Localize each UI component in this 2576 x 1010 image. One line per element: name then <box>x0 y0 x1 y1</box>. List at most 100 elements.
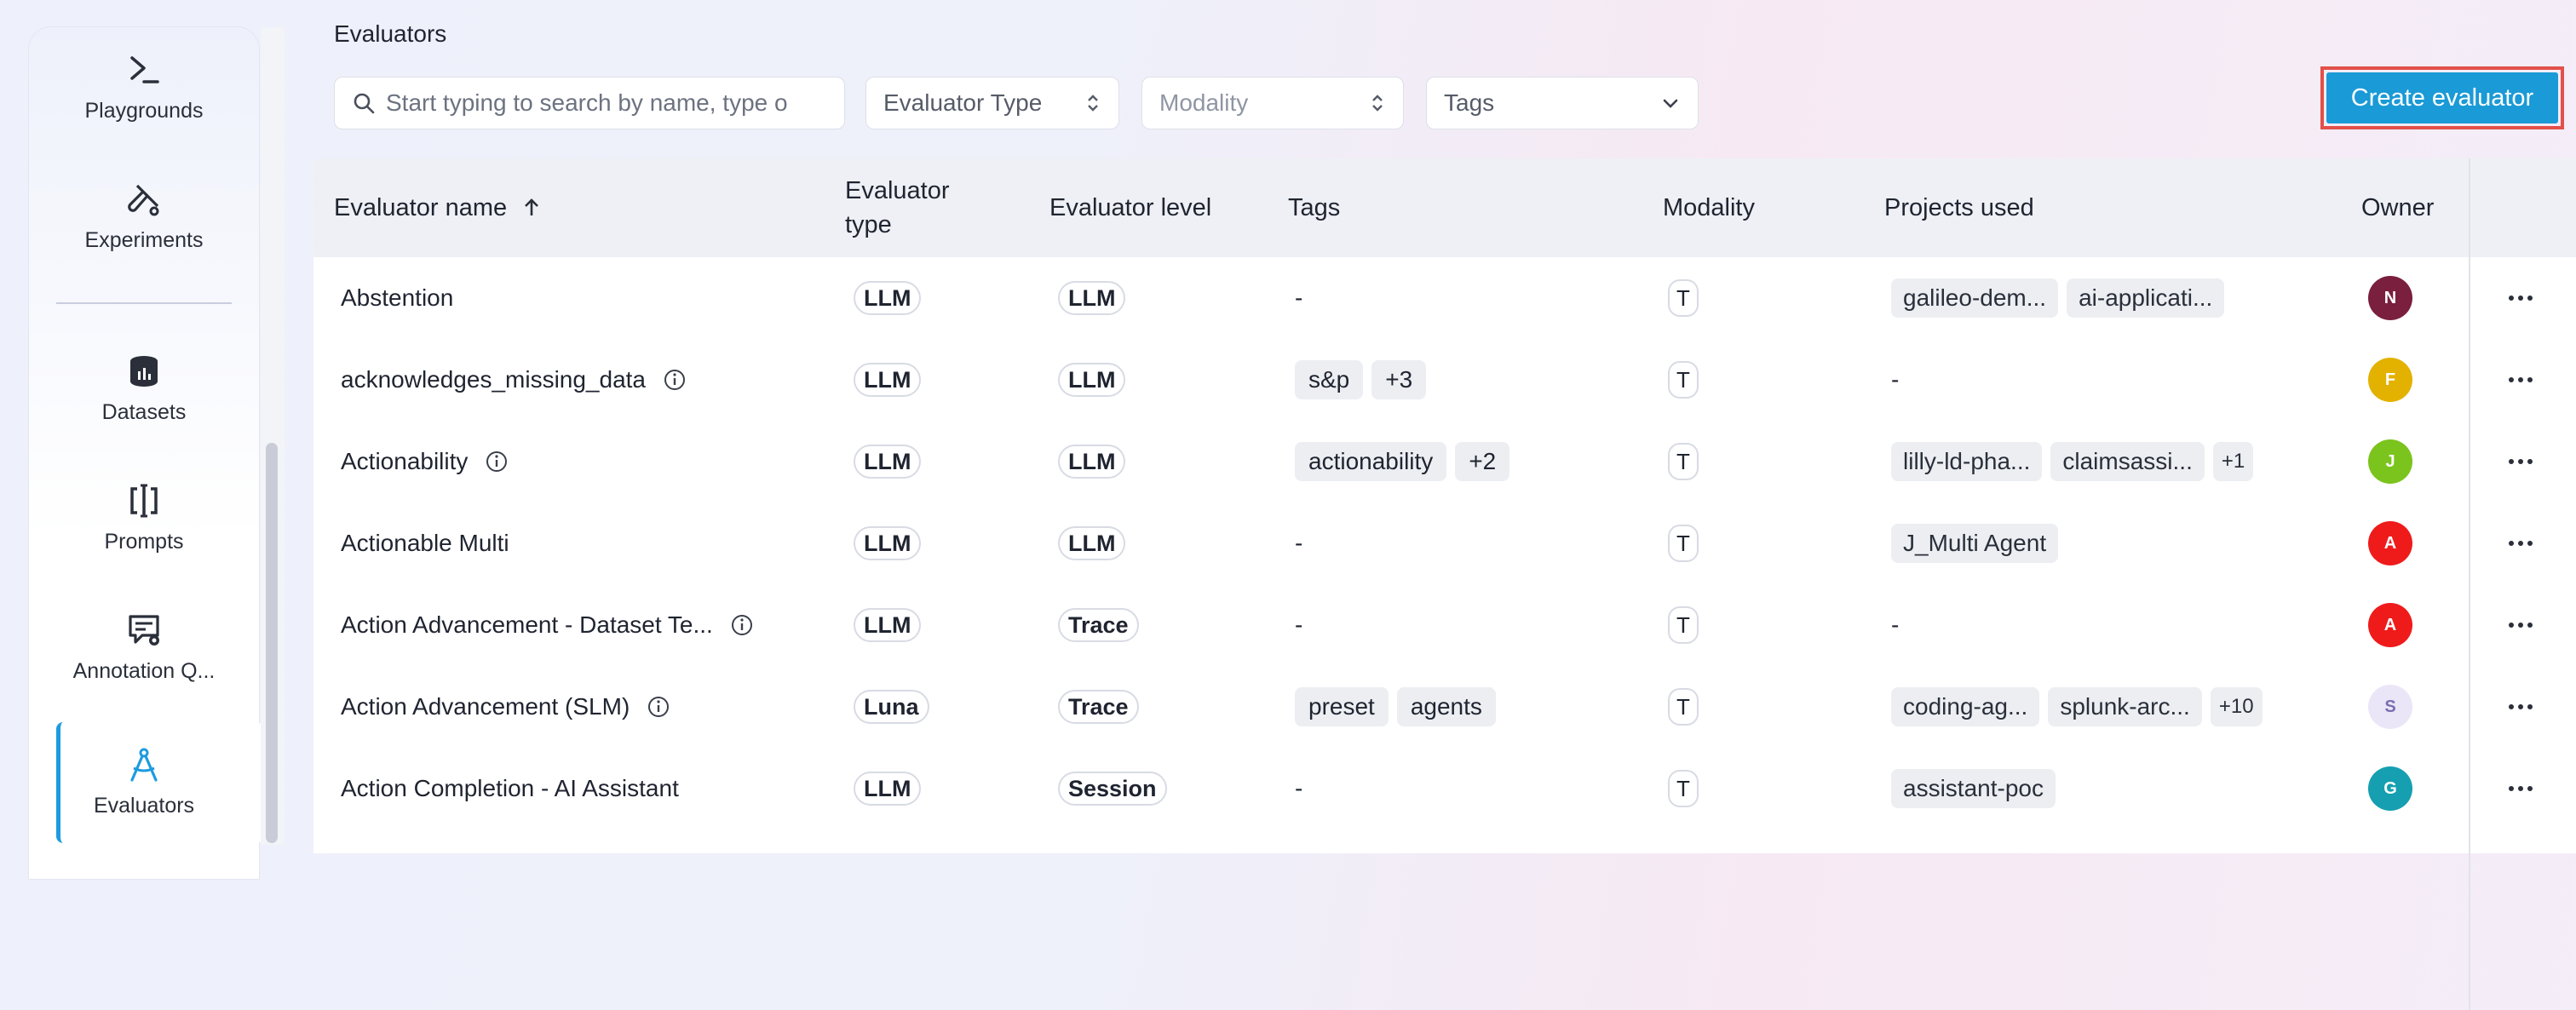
create-evaluator-label: Create evaluator <box>2326 72 2558 123</box>
project-chip[interactable]: J_Multi Agent <box>1891 524 2059 563</box>
owner-avatar: F <box>2368 358 2412 402</box>
search-icon <box>352 91 376 115</box>
evaluator-level-badge: LLM <box>1058 281 1126 315</box>
evaluator-level-badge: Session <box>1058 772 1167 806</box>
project-chip[interactable]: assistant-poc <box>1891 769 2056 808</box>
table-row[interactable]: acknowledges_missing_data LLM LLM s&p +3… <box>313 339 2576 421</box>
modality-select[interactable]: Modality <box>1141 77 1404 129</box>
project-chip[interactable]: galileo-dem... <box>1891 278 2059 318</box>
sidebar-item-prompts[interactable]: Prompts <box>29 458 259 577</box>
evaluator-name[interactable]: Action Advancement (SLM) <box>341 693 630 720</box>
evaluator-level-badge: Trace <box>1058 690 1139 724</box>
more-options-icon[interactable] <box>2508 339 2533 421</box>
modality-badge: T <box>1668 361 1699 399</box>
info-icon[interactable] <box>730 613 754 637</box>
evaluator-type-select[interactable]: Evaluator Type <box>865 77 1119 129</box>
more-options-icon[interactable] <box>2508 257 2533 339</box>
info-icon[interactable] <box>647 695 670 719</box>
annotation-queue-icon <box>125 611 163 649</box>
project-chip[interactable]: lilly-ld-pha... <box>1891 442 2043 481</box>
flask-icon <box>125 181 163 218</box>
more-options-icon[interactable] <box>2508 421 2533 502</box>
column-header-projects[interactable]: Projects used <box>1884 158 2034 257</box>
column-header-tags[interactable]: Tags <box>1288 158 1340 257</box>
project-more-chip[interactable]: +1 <box>2212 442 2254 481</box>
more-options-icon[interactable] <box>2508 666 2533 748</box>
project-chip[interactable]: coding-ag... <box>1891 687 2040 726</box>
sidebar-item-label: Experiments <box>84 227 204 252</box>
search-box[interactable] <box>334 77 845 129</box>
projects-empty: - <box>1891 611 1900 638</box>
evaluator-type-badge: Luna <box>854 690 929 724</box>
column-header-level[interactable]: Evaluator level <box>1049 158 1211 257</box>
sidebar-item-label: Playgrounds <box>84 98 204 123</box>
sidebar-item-experiments[interactable]: Experiments <box>29 157 259 276</box>
column-header-owner[interactable]: Owner <box>2361 158 2434 257</box>
table-row[interactable]: Action Advancement - Dataset Te... LLM T… <box>313 584 2576 666</box>
page-title: Evaluators <box>334 20 447 47</box>
sidebar-item-label: Evaluators <box>93 793 195 818</box>
more-options-icon[interactable] <box>2508 748 2533 829</box>
tags-empty: - <box>1295 775 1303 801</box>
table-row[interactable]: Actionable Multi LLM LLM - T J_Multi Age… <box>313 502 2576 584</box>
sidebar-divider <box>56 302 232 304</box>
chevron-down-icon <box>1660 93 1681 113</box>
project-chip[interactable]: ai-applicati... <box>2067 278 2225 318</box>
evaluator-type-badge: LLM <box>854 608 922 642</box>
sidebar-scrollbar-thumb[interactable] <box>266 443 278 843</box>
column-header-type[interactable]: Evaluator type <box>845 158 950 257</box>
tags-empty: - <box>1295 530 1303 556</box>
more-options-icon[interactable] <box>2508 502 2533 584</box>
project-chip[interactable]: claimsassi... <box>2050 442 2205 481</box>
evaluator-name[interactable]: Action Completion - AI Assistant <box>341 748 679 829</box>
evaluators-icon <box>125 746 163 783</box>
search-input[interactable] <box>384 89 827 118</box>
chevron-up-down-icon <box>1369 91 1386 115</box>
sidebar-item-annotation-queues[interactable]: Annotation Q... <box>29 588 259 707</box>
tag-chip[interactable]: actionability <box>1295 442 1447 481</box>
sidebar-item-datasets[interactable]: Datasets <box>29 329 259 448</box>
create-evaluator-button[interactable]: Create evaluator <box>2320 66 2564 129</box>
sidebar-item-label: Prompts <box>104 529 184 554</box>
project-chip[interactable]: splunk-arc... <box>2048 687 2202 726</box>
evaluator-name[interactable]: Abstention <box>341 257 453 339</box>
evaluator-level-badge: LLM <box>1058 526 1126 560</box>
table-row[interactable]: Action Advancement (SLM) Luna Trace pres… <box>313 666 2576 748</box>
owner-avatar: J <box>2368 439 2412 484</box>
terminal-icon <box>125 51 163 89</box>
sidebar-item-evaluators[interactable]: Evaluators <box>29 722 259 841</box>
evaluator-name[interactable]: Action Advancement - Dataset Te... <box>341 611 713 639</box>
table-row[interactable]: Abstention LLM LLM - T galileo-dem... ai… <box>313 257 2576 339</box>
evaluator-type-badge: LLM <box>854 772 922 806</box>
sidebar: Playgrounds Experiments Datasets Prompts… <box>29 27 263 879</box>
table-body: Abstention LLM LLM - T galileo-dem... ai… <box>313 257 2576 853</box>
modality-badge: T <box>1668 688 1699 726</box>
sidebar-item-label: Datasets <box>101 399 187 424</box>
tag-chip[interactable]: agents <box>1396 687 1496 726</box>
chevron-up-down-icon <box>1084 91 1101 115</box>
more-options-icon[interactable] <box>2508 584 2533 666</box>
modality-badge: T <box>1668 606 1699 644</box>
tag-more-chip[interactable]: +3 <box>1371 360 1427 399</box>
column-header-modality[interactable]: Modality <box>1663 158 1755 257</box>
evaluator-name[interactable]: acknowledges_missing_data <box>341 366 646 393</box>
tags-label: Tags <box>1444 89 1495 116</box>
owner-avatar: S <box>2368 685 2412 729</box>
table-row[interactable]: Action Completion - AI Assistant LLM Ses… <box>313 748 2576 829</box>
sort-ascending-icon[interactable] <box>522 197 541 219</box>
sidebar-item-playgrounds[interactable]: Playgrounds <box>29 27 259 146</box>
evaluator-level-badge: LLM <box>1058 363 1126 397</box>
evaluator-name[interactable]: Actionability <box>341 448 468 475</box>
evaluator-type-badge: LLM <box>854 445 922 479</box>
evaluator-name[interactable]: Actionable Multi <box>341 502 509 584</box>
tag-more-chip[interactable]: +2 <box>1455 442 1510 481</box>
info-icon[interactable] <box>663 368 687 392</box>
tag-chip[interactable]: s&p <box>1295 360 1364 399</box>
tag-chip[interactable]: preset <box>1295 687 1389 726</box>
column-header-name[interactable]: Evaluator name <box>334 158 541 257</box>
table-row[interactable]: Actionability LLM LLM actionability +2 T… <box>313 421 2576 502</box>
info-icon[interactable] <box>485 450 509 473</box>
evaluator-type-badge: LLM <box>854 363 922 397</box>
project-more-chip[interactable]: +10 <box>2210 687 2263 726</box>
tags-select[interactable]: Tags <box>1426 77 1699 129</box>
